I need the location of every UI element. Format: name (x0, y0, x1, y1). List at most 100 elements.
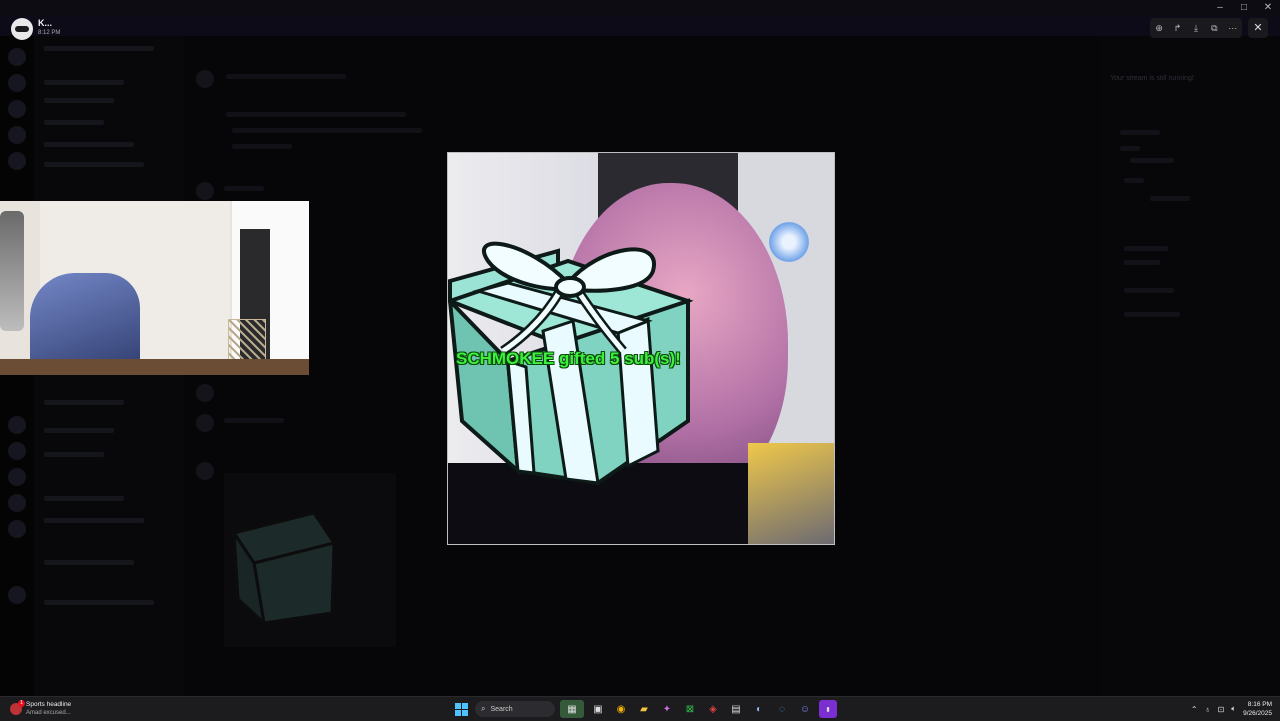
member-heading (1120, 130, 1160, 135)
ghost-gift-icon (231, 511, 337, 628)
attachment-preview (224, 473, 396, 647)
channel-header (44, 46, 154, 51)
notification-badge: 1 (18, 700, 25, 707)
webcam-preview[interactable] (0, 201, 309, 375)
taskbar-clock[interactable]: 8:16 PM 9/26/2025 (1243, 700, 1272, 718)
member-item (1124, 288, 1174, 293)
minimize-button[interactable]: – (1208, 0, 1232, 16)
avatar (196, 462, 214, 480)
xbox-icon[interactable]: ⊠ (681, 700, 699, 718)
search-icon: ⌕ (481, 704, 486, 713)
discord-icon[interactable]: ☺ (796, 700, 814, 718)
taskbar-search[interactable]: ⌕ Search (475, 701, 555, 717)
channel-item (44, 80, 124, 85)
network-icon[interactable]: ⊡ (1218, 705, 1225, 714)
window-close-button[interactable]: ✕ (1256, 0, 1280, 16)
channel-item (44, 400, 124, 405)
channel-item (44, 120, 104, 125)
taskbar: 1 Sports headline Amad excused... ⌕ Sear… (0, 696, 1280, 721)
server-icon (8, 520, 26, 538)
snowflake-ornament (766, 219, 812, 265)
message-line (232, 144, 292, 149)
message-line (224, 186, 264, 191)
server-icon (8, 100, 26, 118)
chrome-icon[interactable]: ◉ (612, 700, 630, 718)
clock-date: 9/26/2025 (1243, 710, 1272, 717)
server-icon (8, 74, 26, 92)
taskbar-apps: ⌕ Search ▦ ▣ ◉ ▰ ✦ ⊠ ◈ ▤ ◐ ◌ ☺ ▮ (452, 700, 837, 718)
sub-gift-alert: SCHMOKEE gifted 5 sub(s)! (456, 349, 681, 368)
start-button[interactable] (452, 700, 470, 718)
server-icon (8, 442, 26, 460)
twitch-app-icon[interactable]: ▮ (819, 700, 837, 718)
member-item (1124, 260, 1160, 265)
epic-games-icon[interactable]: ▤ (727, 700, 745, 718)
member-item (1120, 146, 1140, 151)
media-viewer-toolbar: ⊕ ↱ ⤓ ⧉ ⋯ (1150, 18, 1242, 38)
channel-item (44, 496, 124, 501)
server-icon (8, 48, 26, 66)
webcam-coat (0, 211, 24, 331)
video-box (748, 443, 834, 544)
server-icon (8, 152, 26, 170)
notice-banner (0, 16, 1280, 36)
member-list (1100, 36, 1280, 696)
server-icon (8, 494, 26, 512)
window-controls: – □ ✕ (1208, 0, 1280, 16)
message-timestamp: 8:12 PM (38, 30, 61, 36)
channel-item (44, 98, 114, 103)
avatar (196, 414, 214, 432)
download-icon[interactable]: ⤓ (1188, 23, 1204, 34)
volume-icon[interactable]: 🔈︎ (1231, 704, 1236, 714)
news-subtitle: Amad excused... (26, 710, 71, 716)
forward-icon[interactable]: ↱ (1170, 23, 1186, 34)
server-icon (8, 468, 26, 486)
widgets-icon[interactable]: ▦ (560, 700, 584, 718)
member-item (1124, 312, 1180, 317)
member-item (1130, 158, 1174, 163)
steam-icon[interactable]: ◐ (750, 700, 768, 718)
message-line (226, 112, 406, 117)
member-item (1124, 178, 1144, 183)
news-text: Sports headline Amad excused... (26, 701, 71, 717)
user-name[interactable]: K... (38, 18, 52, 28)
member-item (1150, 196, 1190, 201)
message-line (232, 128, 422, 133)
channel-item (44, 452, 104, 457)
avatar (196, 182, 214, 200)
news-title: Sports headline (26, 701, 72, 708)
channel-item (44, 428, 114, 433)
zoom-in-icon[interactable]: ⊕ (1151, 23, 1167, 34)
maximize-button[interactable]: □ (1232, 0, 1256, 16)
channel-item (44, 142, 134, 147)
copilot-icon[interactable]: ✦ (658, 700, 676, 718)
channel-item (44, 600, 154, 605)
more-icon[interactable]: ⋯ (1225, 23, 1241, 34)
webcam-floor (0, 359, 309, 375)
task-view-icon[interactable]: ▣ (589, 700, 607, 718)
clock-time: 8:16 PM (1247, 701, 1272, 708)
channel-item (44, 518, 144, 523)
channel-item (44, 560, 134, 565)
file-explorer-icon[interactable]: ▰ (635, 700, 653, 718)
chevron-up-icon[interactable]: ⌃ (1191, 705, 1198, 714)
open-external-icon[interactable]: ⧉ (1206, 23, 1222, 34)
system-tray: ⌃ ♁ ⊡ 🔈︎ 8:16 PM 9/26/2025 (1191, 700, 1272, 718)
media-viewer-image[interactable]: SCHMOKEE gifted 5 sub(s)! (447, 152, 835, 545)
avatar (196, 70, 214, 88)
edge-icon[interactable]: ◌ (773, 700, 791, 718)
avatar (196, 384, 214, 402)
microphone-icon[interactable]: ♁ (1205, 705, 1211, 714)
member-item (1124, 246, 1168, 251)
app-icon[interactable]: ◈ (704, 700, 722, 718)
server-icon (8, 416, 26, 434)
message-line (226, 74, 346, 79)
channel-item (44, 162, 144, 167)
server-icon (8, 126, 26, 144)
search-placeholder: Search (490, 705, 513, 713)
avatar[interactable] (11, 18, 33, 40)
app-title-bar (0, 0, 1280, 16)
news-widget[interactable]: 1 Sports headline Amad excused... (10, 700, 71, 717)
windows-logo-icon (454, 702, 468, 716)
close-icon[interactable]: ✕ (1248, 18, 1268, 38)
